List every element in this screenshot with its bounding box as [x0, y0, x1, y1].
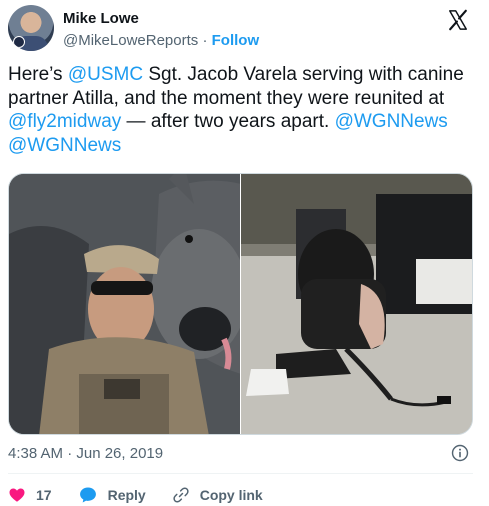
handle-separator: ·: [202, 32, 208, 49]
photo-marine-with-dog[interactable]: [9, 174, 240, 434]
photo-reunion-image: [240, 174, 472, 434]
author-handle-row: @MikeLoweReports · Follow: [63, 32, 259, 49]
author-name[interactable]: Mike Lowe: [63, 10, 139, 27]
follow-button[interactable]: Follow: [212, 32, 260, 49]
avatar-badge: [13, 36, 25, 48]
tweet-text: Here’s @USMC Sgt. Jacob Varela serving w…: [8, 63, 478, 157]
tweet-text-segment: — after two years apart.: [121, 111, 335, 132]
avatar[interactable]: [8, 5, 54, 51]
mention-link[interactable]: @fly2midway: [8, 111, 121, 132]
copy-link-button[interactable]: Copy link: [172, 486, 263, 504]
reply-button[interactable]: Reply: [78, 485, 146, 505]
x-logo-icon[interactable]: [447, 9, 469, 31]
info-icon[interactable]: [451, 444, 469, 462]
like-count: 17: [36, 487, 52, 503]
reply-label: Reply: [107, 487, 146, 503]
tweet-header: Mike Lowe @MikeLoweReports · Follow: [8, 5, 481, 55]
photo-marine-with-dog-image: [9, 174, 240, 434]
mention-link[interactable]: @USMC: [68, 64, 143, 85]
mention-link[interactable]: @WGNNews: [335, 111, 448, 132]
heart-icon: [9, 488, 25, 502]
tweet-actions: 17 Reply Copy link: [8, 485, 289, 505]
like-button[interactable]: 17: [8, 486, 52, 504]
mention-link[interactable]: @WGNNews: [8, 135, 121, 156]
tweet-timestamp[interactable]: 4:38 AM · Jun 26, 2019: [8, 445, 163, 462]
reply-bubble-icon: [79, 487, 96, 503]
tweet-media[interactable]: [8, 173, 473, 435]
copy-link-label: Copy link: [199, 487, 263, 503]
photo-reunion[interactable]: [240, 174, 472, 434]
link-icon: [173, 487, 189, 503]
author-handle[interactable]: @MikeLoweReports: [63, 32, 198, 49]
tweet-text-segment: Here’s: [8, 64, 68, 85]
divider: [8, 473, 473, 474]
